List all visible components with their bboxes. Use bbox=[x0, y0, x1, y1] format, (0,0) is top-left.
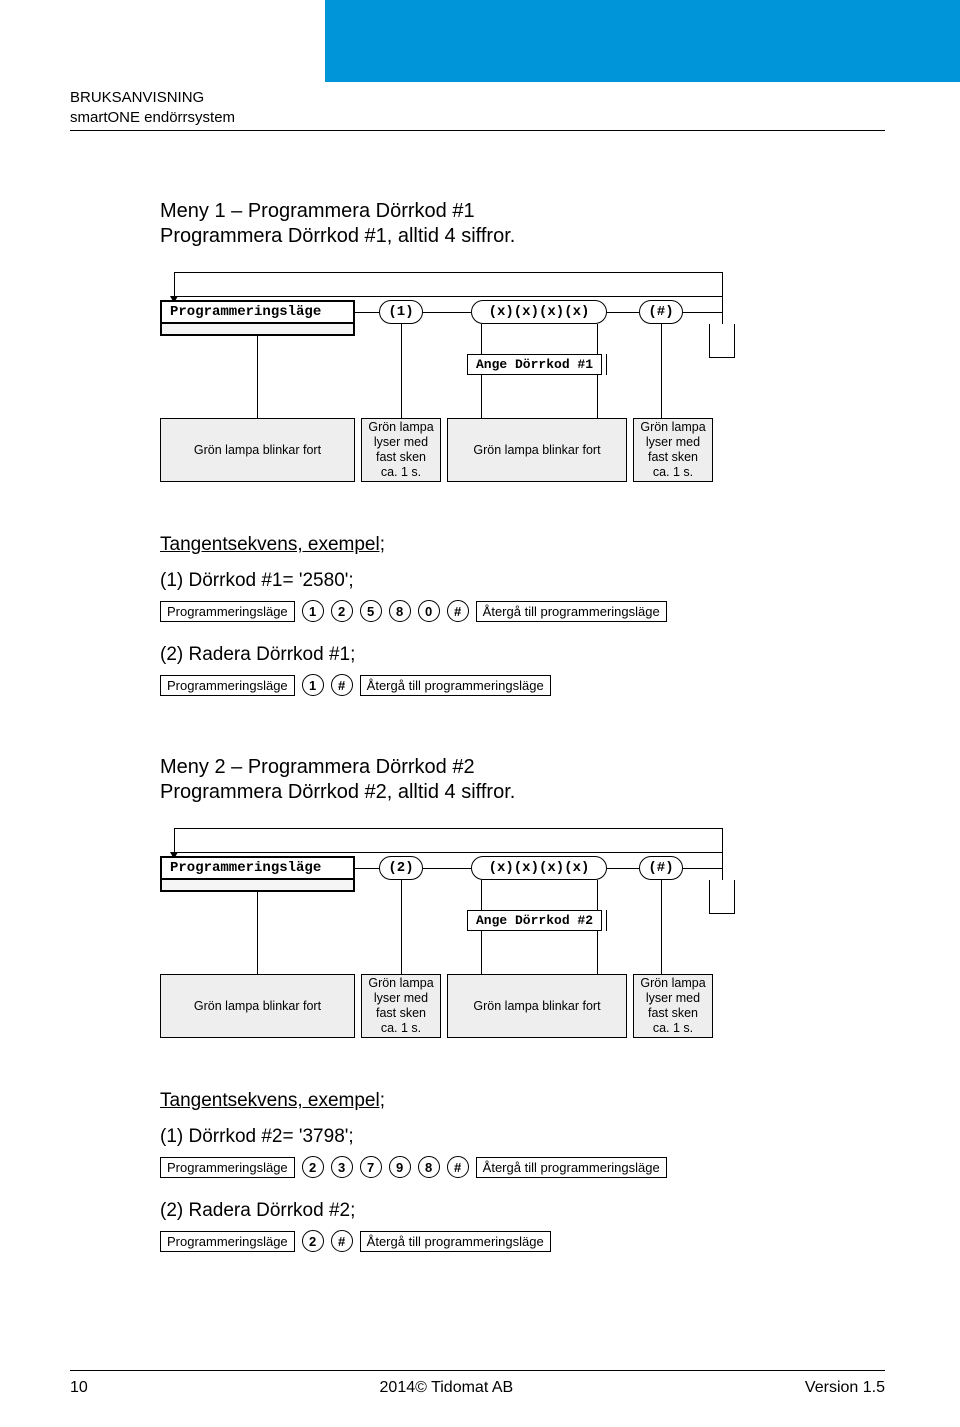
flow-key-x: (x)(x)(x)(x) bbox=[471, 300, 607, 324]
footer-rule bbox=[70, 1370, 885, 1371]
flow-prog-shadow bbox=[160, 324, 355, 336]
line bbox=[174, 852, 722, 853]
header-line1: BRUKSANVISNING bbox=[70, 88, 235, 108]
line bbox=[722, 312, 723, 324]
menu1-ex1-row: Programmeringsläge 1 2 5 8 0 # Återgå ti… bbox=[160, 600, 800, 622]
flow-status-4: Grön lampa lyser med fast sken ca. 1 s. bbox=[633, 418, 713, 482]
flow-ange-wrap: Ange Dörrkod #2 bbox=[467, 910, 607, 931]
key: 8 bbox=[389, 600, 411, 622]
prog-label: Programmeringsläge bbox=[160, 601, 295, 622]
header-line2: smartONE endörrsystem bbox=[70, 108, 235, 128]
flow-ange: Ange Dörrkod #1 bbox=[467, 354, 602, 375]
aterga-label: Återgå till programmeringsläge bbox=[360, 675, 551, 696]
key: 3 bbox=[331, 1156, 353, 1178]
line bbox=[661, 324, 662, 418]
menu2-flow: Programmeringsläge (2) (x)(x)(x)(x) (#) … bbox=[160, 828, 800, 1068]
key: 1 bbox=[302, 674, 324, 696]
key: 9 bbox=[389, 1156, 411, 1178]
menu2-ex1-row: Programmeringsläge 2 3 7 9 8 # Återgå ti… bbox=[160, 1156, 800, 1178]
line bbox=[355, 312, 379, 313]
menu1-flow: Programmeringsläge (1) (x)(x)(x)(x) (#) … bbox=[160, 272, 800, 512]
line bbox=[661, 880, 662, 974]
menu1-ex2-row: Programmeringsläge 1 # Återgå till progr… bbox=[160, 674, 800, 696]
footer-page: 10 bbox=[70, 1379, 88, 1397]
flow-key-1: (1) bbox=[379, 300, 423, 324]
flow-status-3: Grön lampa blinkar fort bbox=[447, 974, 627, 1038]
line bbox=[683, 868, 722, 869]
content: Meny 1 – Programmera Dörrkod #1 Programm… bbox=[160, 200, 800, 1274]
key: # bbox=[447, 1156, 469, 1178]
key: 2 bbox=[302, 1230, 324, 1252]
line bbox=[709, 880, 735, 914]
line bbox=[174, 272, 722, 273]
flow-key-h: (#) bbox=[639, 856, 683, 880]
flow-prog-box: Programmeringsläge bbox=[160, 856, 355, 880]
flow-status-1: Grön lampa blinkar fort bbox=[160, 418, 355, 482]
menu1-title: Meny 1 – Programmera Dörrkod #1 bbox=[160, 200, 800, 223]
prog-label: Programmeringsläge bbox=[160, 1157, 295, 1178]
line bbox=[401, 324, 402, 418]
menu2-ex-head: Tangentsekvens, exempel; bbox=[160, 1090, 800, 1112]
line bbox=[423, 868, 471, 869]
key: 0 bbox=[418, 600, 440, 622]
flow-status-2: Grön lampa lyser med fast sken ca. 1 s. bbox=[361, 418, 441, 482]
flow-prog-shadow bbox=[160, 880, 355, 892]
doc-header: BRUKSANVISNING smartONE endörrsystem bbox=[70, 88, 235, 127]
banner bbox=[325, 0, 960, 82]
aterga-label: Återgå till programmeringsläge bbox=[476, 601, 667, 622]
footer: 10 2014© Tidomat AB Version 1.5 bbox=[70, 1379, 885, 1397]
line bbox=[607, 312, 639, 313]
menu2-ex2-row: Programmeringsläge 2 # Återgå till progr… bbox=[160, 1230, 800, 1252]
flow-status-1: Grön lampa blinkar fort bbox=[160, 974, 355, 1038]
menu2-title: Meny 2 – Programmera Dörrkod #2 bbox=[160, 756, 800, 779]
key: 5 bbox=[360, 600, 382, 622]
key: # bbox=[331, 1230, 353, 1252]
flow-prog-box: Programmeringsläge bbox=[160, 300, 355, 324]
key: # bbox=[331, 674, 353, 696]
menu1-ex2-label: (2) Radera Dörrkod #1; bbox=[160, 644, 800, 666]
key: 7 bbox=[360, 1156, 382, 1178]
footer-version: Version 1.5 bbox=[805, 1379, 885, 1397]
header-rule bbox=[70, 130, 885, 131]
aterga-label: Återgå till programmeringsläge bbox=[476, 1157, 667, 1178]
flow-ange-wrap: Ange Dörrkod #1 bbox=[467, 354, 607, 375]
line bbox=[722, 828, 723, 868]
line bbox=[174, 828, 722, 829]
line bbox=[257, 336, 258, 418]
line bbox=[722, 272, 723, 312]
aterga-label: Återgå till programmeringsläge bbox=[360, 1231, 551, 1252]
line bbox=[709, 324, 735, 358]
menu2-subtitle: Programmera Dörrkod #2, alltid 4 siffror… bbox=[160, 781, 800, 804]
line bbox=[257, 892, 258, 974]
menu2-ex2-label: (2) Radera Dörrkod #2; bbox=[160, 1200, 800, 1222]
key: # bbox=[447, 600, 469, 622]
flow-status-3: Grön lampa blinkar fort bbox=[447, 418, 627, 482]
prog-label: Programmeringsläge bbox=[160, 675, 295, 696]
flow-status-2: Grön lampa lyser med fast sken ca. 1 s. bbox=[361, 974, 441, 1038]
menu1-ex-head: Tangentsekvens, exempel; bbox=[160, 534, 800, 556]
flow-ange: Ange Dörrkod #2 bbox=[467, 910, 602, 931]
key: 1 bbox=[302, 600, 324, 622]
line bbox=[355, 868, 379, 869]
line bbox=[683, 312, 722, 313]
menu1-subtitle: Programmera Dörrkod #1, alltid 4 siffror… bbox=[160, 225, 800, 248]
flow-key-1: (2) bbox=[379, 856, 423, 880]
line bbox=[423, 312, 471, 313]
menu1-ex1-label: (1) Dörrkod #1= '2580'; bbox=[160, 570, 800, 592]
key: 2 bbox=[302, 1156, 324, 1178]
key: 8 bbox=[418, 1156, 440, 1178]
line bbox=[401, 880, 402, 974]
menu2-ex1-label: (1) Dörrkod #2= '3798'; bbox=[160, 1126, 800, 1148]
line bbox=[607, 868, 639, 869]
line bbox=[722, 868, 723, 880]
flow-key-h: (#) bbox=[639, 300, 683, 324]
prog-label: Programmeringsläge bbox=[160, 1231, 295, 1252]
flow-key-x: (x)(x)(x)(x) bbox=[471, 856, 607, 880]
footer-center: 2014© Tidomat AB bbox=[380, 1379, 514, 1397]
flow-status-4: Grön lampa lyser med fast sken ca. 1 s. bbox=[633, 974, 713, 1038]
key: 2 bbox=[331, 600, 353, 622]
line bbox=[174, 296, 722, 297]
